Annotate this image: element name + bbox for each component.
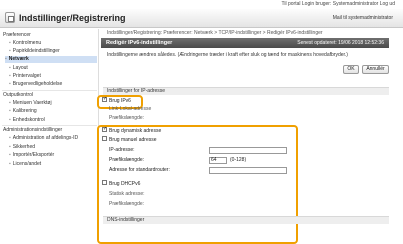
prefix-range-hint: (0-128) (230, 157, 247, 163)
cancel-button[interactable]: Annullér (362, 65, 389, 74)
sidebar-item-license[interactable]: Licens/andet (9, 161, 41, 168)
use-dhcpv6-label: Brug DHCPv6 (109, 181, 141, 187)
sidebar-item-network[interactable]: Netværk (5, 56, 97, 63)
app-title: Indstillinger/Registrering (19, 13, 126, 23)
use-manual-label: Brug manuel adresse (109, 137, 157, 143)
prefix-length-label-2: Præfikslængde: (109, 157, 145, 163)
sidebar-item-dept-id[interactable]: Administration af afdelings-ID (9, 135, 78, 142)
sidebar-item-calibration[interactable]: Kalibrering (9, 108, 37, 115)
description-text: Indstillingerne ændres således. (Ændring… (107, 52, 348, 58)
dns-section-header: DNS-indstillinger (103, 216, 389, 224)
sidebar-item-paper-source[interactable]: Papirkildeindstillinger (9, 48, 60, 55)
use-manual-row[interactable]: Brug manuel adresse (102, 136, 157, 144)
sidebar: Præferencer Kontrolmenu Papirkildeindsti… (0, 29, 99, 242)
sidebar-group-output: Outputkontrol (3, 92, 34, 98)
use-ipv6-label: Brug IPv6 (109, 98, 131, 104)
page-header: Redigér IPv6-indstillinger Senest opdate… (101, 38, 389, 48)
gateway-input[interactable] (209, 167, 287, 174)
use-stateless-label: Brug dynamisk adresse (109, 128, 162, 134)
prefix-length-input[interactable]: 64 (209, 157, 227, 164)
ip-section-header: Indstillinger for IP-adresse (103, 87, 389, 95)
use-dhcpv6-checkbox[interactable] (102, 180, 107, 186)
title-bar: Indstillinger/Registrering Mail til syst… (0, 9, 403, 28)
use-stateless-row[interactable]: Brug dynamisk adresse (102, 126, 162, 135)
sidebar-item-device-control[interactable]: Enhedskontrol (9, 117, 45, 124)
prefix-length-label-1: Præfikslængde: (109, 115, 145, 121)
top-links[interactable]: Til portal Login bruger: Systemadministr… (0, 0, 403, 9)
sidebar-item-printer[interactable]: Printervalget (9, 73, 41, 80)
prefix-length-label-3: Præfikslængde: (109, 201, 145, 207)
ip-address-input[interactable] (209, 147, 287, 154)
use-dhcpv6-row[interactable]: Brug DHCPv6 (102, 180, 141, 188)
use-ipv6-row[interactable]: Brug IPv6 (102, 96, 131, 105)
mail-admin-link[interactable]: Mail til systemadministrator (333, 15, 393, 21)
main-panel: Indstillinger/Registrering: Præferencer:… (97, 29, 403, 244)
sidebar-item-tool-menu[interactable]: Meniuen Vaerktøj (9, 100, 52, 107)
ok-button[interactable]: OK (343, 65, 359, 74)
last-updated: Senest opdateret: 19/06 2018 12:52:36 (297, 40, 384, 46)
sidebar-item-security[interactable]: Sikkerhed (9, 144, 35, 151)
breadcrumb[interactable]: Indstillinger/Registrering: Præferencer:… (107, 30, 323, 36)
sidebar-group-admin: Administrationsindstillinger (3, 127, 63, 133)
sidebar-divider (2, 125, 97, 126)
sidebar-item-import-export[interactable]: Importér/Eksportér (9, 152, 54, 159)
sidebar-item-user-maintenance[interactable]: Brugervedligeholdelse (9, 81, 62, 88)
use-ipv6-checkbox[interactable] (102, 96, 107, 103)
sidebar-item-control-menu[interactable]: Kontrolmenu (9, 40, 41, 47)
gateway-label: Adresse for standardrouter: (109, 167, 170, 173)
home-icon[interactable] (5, 12, 15, 23)
link-local-label: Link-Lokal-adresse (109, 106, 152, 112)
stateful-address-label: Statisk adresse: (109, 191, 145, 197)
sidebar-divider (2, 90, 97, 91)
sidebar-item-layout[interactable]: Layout (9, 65, 28, 72)
use-stateless-checkbox[interactable] (102, 126, 107, 133)
ip-address-label: IP-adresse: (109, 147, 135, 153)
use-manual-checkbox[interactable] (102, 136, 107, 142)
page-title: Redigér IPv6-indstillinger (106, 40, 173, 46)
sidebar-group-preferences: Præferencer (3, 32, 31, 38)
